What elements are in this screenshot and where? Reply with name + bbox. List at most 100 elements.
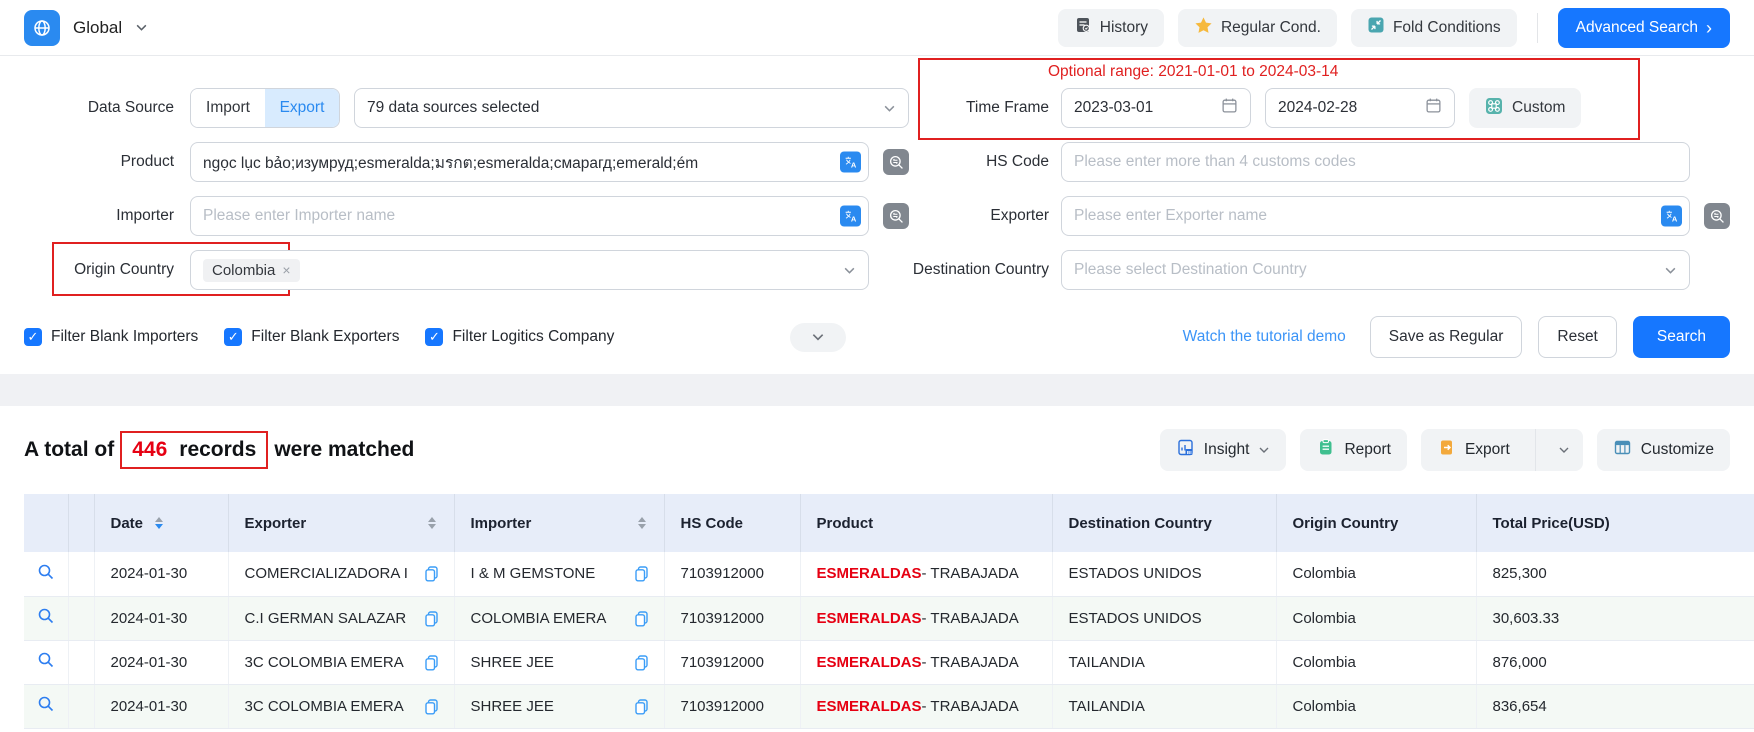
cell-destination: ESTADOS UNIDOS (1052, 596, 1276, 640)
view-detail-icon[interactable] (37, 607, 55, 625)
records-word: records (179, 438, 256, 462)
filter-blank-importers-checkbox[interactable]: ✓ Filter Blank Importers (24, 328, 198, 346)
report-button[interactable]: Report (1300, 429, 1407, 471)
cell-total-price: 825,300 (1476, 552, 1754, 596)
checkbox-checked-icon: ✓ (425, 328, 443, 346)
cell-date: 2024-01-30 (94, 640, 228, 684)
checkbox-checked-icon: ✓ (24, 328, 42, 346)
copy-icon[interactable] (423, 610, 440, 627)
data-sources-select[interactable]: 79 data sources selected (354, 88, 909, 128)
cell-hs-code: 7103912000 (664, 552, 800, 596)
fuzzy-match-icon[interactable] (883, 149, 909, 175)
chevron-down-icon (1258, 444, 1270, 456)
advanced-search-button[interactable]: Advanced Search › (1558, 8, 1730, 48)
product-keyword-highlight: ESMERALDAS (817, 698, 922, 715)
cell-exporter: 3C COLOMBIA EMERA (228, 684, 454, 728)
export-dropdown-button[interactable] (1545, 429, 1583, 471)
end-date-input[interactable]: 2024-02-28 (1265, 88, 1455, 128)
region-selector[interactable]: Global (24, 10, 148, 46)
cell-origin: Colombia (1276, 552, 1476, 596)
data-source-label: Data Source (24, 99, 174, 117)
cell-origin: Colombia (1276, 596, 1476, 640)
search-button[interactable]: Search (1633, 316, 1730, 358)
end-date-value: 2024-02-28 (1278, 99, 1357, 117)
cell-product: ESMERALDAS- TRABAJADA (800, 640, 1052, 684)
cell-destination: TAILANDIA (1052, 684, 1276, 728)
top-bar: Global History Regular Cond. (0, 0, 1754, 56)
data-source-segment: Import Export (190, 88, 340, 128)
cell-origin: Colombia (1276, 684, 1476, 728)
detail-column-header (24, 494, 68, 552)
save-as-regular-button[interactable]: Save as Regular (1370, 316, 1523, 358)
product-input[interactable]: ngọc lục bảo;изумруд;esmeralda;มรกต;esme… (190, 142, 869, 182)
destination-country-select[interactable]: Please select Destination Country (1061, 250, 1690, 290)
reset-button[interactable]: Reset (1538, 316, 1617, 358)
checkbox-checked-icon: ✓ (224, 328, 242, 346)
regular-cond-label: Regular Cond. (1221, 19, 1321, 37)
origin-country-select[interactable]: Colombia × (190, 250, 869, 290)
hs-code-placeholder: Please enter more than 4 customs codes (1074, 153, 1356, 171)
view-detail-icon[interactable] (37, 651, 55, 669)
copy-icon[interactable] (633, 610, 650, 627)
importer-input[interactable]: Please enter Importer name A (190, 196, 869, 236)
cell-hs-code: 7103912000 (664, 640, 800, 684)
translate-icon[interactable]: A (1661, 206, 1682, 227)
copy-icon[interactable] (423, 565, 440, 582)
start-date-input[interactable]: 2023-03-01 (1061, 88, 1251, 128)
export-label: Export (1465, 441, 1510, 459)
view-detail-icon[interactable] (37, 563, 55, 581)
chevron-down-icon (135, 21, 148, 34)
column-header-importer[interactable]: Importer (454, 494, 664, 552)
export-tab[interactable]: Export (265, 89, 339, 127)
import-tab[interactable]: Import (191, 89, 265, 127)
hs-code-input[interactable]: Please enter more than 4 customs codes (1061, 142, 1690, 182)
table-row: 2024-01-30 C.I GERMAN SALAZAR COLOMBIA E… (24, 596, 1754, 640)
product-value: ngọc lục bảo;изумруд;esmeralda;มรกต;esme… (203, 150, 698, 175)
fuzzy-match-icon[interactable] (1704, 203, 1730, 229)
cell-product: ESMERALDAS- TRABAJADA (800, 596, 1052, 640)
search-form: Optional range: 2021-01-01 to 2024-03-14… (0, 56, 1754, 374)
spacer-column-header (68, 494, 94, 552)
svg-text:A: A (851, 215, 857, 224)
column-header-exporter[interactable]: Exporter (228, 494, 454, 552)
column-header-total-price: Total Price(USD) (1476, 494, 1754, 552)
translate-icon[interactable]: A (840, 206, 861, 227)
product-label: Product (24, 153, 174, 171)
regular-cond-button[interactable]: Regular Cond. (1178, 9, 1337, 47)
cell-date: 2024-01-30 (94, 684, 228, 728)
sort-icon[interactable] (428, 517, 436, 529)
view-detail-icon[interactable] (37, 695, 55, 713)
translate-icon[interactable]: A (840, 152, 861, 173)
customize-button[interactable]: Customize (1597, 429, 1730, 471)
fuzzy-match-icon[interactable] (883, 203, 909, 229)
insight-icon: BI (1176, 438, 1195, 462)
copy-icon[interactable] (423, 698, 440, 715)
exporter-placeholder: Please enter Exporter name (1074, 207, 1267, 225)
fold-icon (1367, 16, 1385, 39)
tutorial-demo-link[interactable]: Watch the tutorial demo (1183, 328, 1346, 346)
copy-icon[interactable] (633, 565, 650, 582)
cell-importer: COLOMBIA EMERA (454, 596, 664, 640)
export-button[interactable]: Export (1421, 429, 1526, 471)
copy-icon[interactable] (633, 654, 650, 671)
remove-tag-icon[interactable]: × (282, 262, 290, 278)
customize-label: Customize (1641, 441, 1714, 459)
expand-conditions-button[interactable] (790, 323, 846, 352)
chevron-down-icon (843, 264, 856, 277)
copy-icon[interactable] (423, 654, 440, 671)
fold-conditions-button[interactable]: Fold Conditions (1351, 9, 1517, 47)
history-button[interactable]: History (1058, 9, 1164, 47)
column-header-destination: Destination Country (1052, 494, 1276, 552)
custom-timeframe-button[interactable]: Custom (1469, 88, 1581, 128)
column-header-date[interactable]: Date (94, 494, 228, 552)
filter-logistics-company-checkbox[interactable]: ✓ Filter Logitics Company (425, 328, 614, 346)
report-icon (1316, 438, 1335, 462)
exporter-input[interactable]: Please enter Exporter name A (1061, 196, 1690, 236)
product-keyword-highlight: ESMERALDAS (817, 654, 922, 671)
filter-blank-exporters-checkbox[interactable]: ✓ Filter Blank Exporters (224, 328, 399, 346)
sort-icon[interactable] (638, 517, 646, 529)
insight-button[interactable]: BI Insight (1160, 429, 1287, 471)
cell-origin: Colombia (1276, 640, 1476, 684)
sort-icon[interactable] (155, 517, 163, 529)
copy-icon[interactable] (633, 698, 650, 715)
